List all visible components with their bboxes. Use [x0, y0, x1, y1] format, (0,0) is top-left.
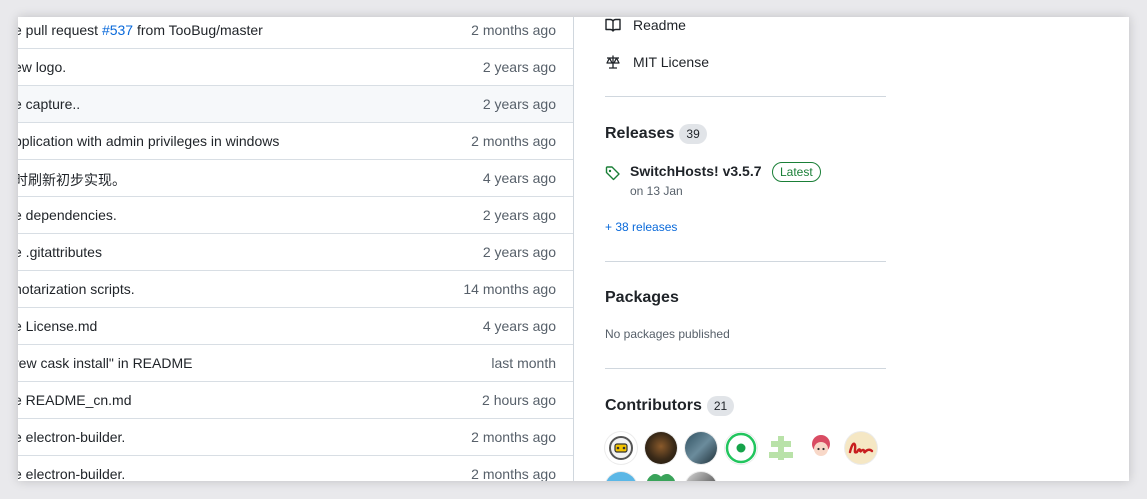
releases-heading[interactable]: Releases 39 [605, 124, 707, 144]
tag-icon [605, 166, 620, 181]
commit-row: e electron-builder. 2 months ago [18, 419, 573, 456]
commit-message[interactable]: e electron-builder. [18, 466, 125, 481]
avatar[interactable] [605, 472, 637, 481]
commit-message-text: rew cask install" in README [18, 355, 193, 371]
latest-release: SwitchHosts! v3.5.7 Latest on 13 Jan [605, 162, 886, 203]
commit-message-text: e electron-builder. [18, 429, 126, 445]
commit-message-text: e electron-builder. [18, 466, 126, 481]
contributor-avatars [605, 432, 886, 481]
license-link[interactable]: MIT License [605, 52, 709, 72]
commit-time[interactable]: 2 years ago [483, 207, 556, 223]
commit-row: e .gitattributes 2 years ago [18, 234, 573, 271]
browser-window: e pull request #537 from TooBug/master 2 … [18, 17, 1129, 481]
more-releases-link[interactable]: + 38 releases [605, 220, 677, 234]
commit-row: e dependencies. 2 years ago [18, 197, 573, 234]
avatar[interactable] [845, 432, 877, 464]
commit-time[interactable]: 2 months ago [471, 429, 556, 445]
divider [605, 368, 886, 369]
readme-label: Readme [633, 17, 686, 33]
no-packages-text: No packages published [605, 327, 730, 341]
commit-message-text: 时刷新初步实现。 [18, 172, 126, 188]
commit-message-text: e .gitattributes [18, 244, 102, 260]
commit-time[interactable]: 2 years ago [483, 96, 556, 112]
commit-row: notarization scripts. 14 months ago [18, 271, 573, 308]
commit-time[interactable]: 4 years ago [483, 318, 556, 334]
commit-time[interactable]: 4 years ago [483, 170, 556, 186]
release-date: on 13 Jan [630, 184, 683, 198]
avatar[interactable] [645, 432, 677, 464]
contributors-count: 21 [706, 396, 735, 416]
commit-message[interactable]: e pull request #537 from TooBug/master [18, 22, 263, 38]
commit-message[interactable]: e capture.. [18, 96, 80, 112]
commit-time[interactable]: last month [491, 355, 556, 371]
commit-message-text: e capture.. [18, 96, 81, 112]
book-icon [605, 18, 621, 32]
releases-count: 39 [679, 124, 707, 144]
commit-row: rew cask install" in README last month [18, 345, 573, 382]
commit-message-text: e pull request [18, 22, 102, 38]
commit-row: pplication with admin privileges in wind… [18, 123, 573, 160]
packages-heading[interactable]: Packages [605, 289, 679, 307]
avatar[interactable] [685, 472, 717, 481]
commit-row: 时刷新初步实现。 4 years ago [18, 160, 573, 197]
commit-time[interactable]: 2 years ago [483, 59, 556, 75]
avatar[interactable] [725, 432, 757, 464]
divider [605, 261, 886, 262]
commit-message[interactable]: e License.md [18, 318, 97, 334]
commit-message-text: pplication with admin privileges in wind… [18, 133, 280, 149]
divider [605, 96, 886, 97]
commit-time[interactable]: 2 hours ago [482, 392, 556, 408]
commit-message[interactable]: e electron-builder. [18, 429, 125, 445]
readme-link[interactable]: Readme [605, 17, 686, 35]
packages-title: Packages [605, 289, 679, 306]
commit-row: e License.md 4 years ago [18, 308, 573, 345]
contributors-title: Contributors [605, 397, 702, 414]
avatar[interactable] [805, 432, 837, 464]
commit-list: e pull request #537 from TooBug/master 2 … [18, 17, 574, 481]
commit-time[interactable]: 14 months ago [463, 281, 556, 297]
commit-row: e capture.. 2 years ago [18, 86, 573, 123]
commit-message[interactable]: ew logo. [18, 59, 66, 75]
commit-message[interactable]: rew cask install" in README [18, 355, 192, 371]
commit-message[interactable]: e .gitattributes [18, 244, 102, 260]
commit-message-text: notarization scripts. [18, 281, 135, 297]
avatar[interactable] [685, 432, 717, 464]
commit-message[interactable]: e README_cn.md [18, 392, 131, 408]
commit-message[interactable]: 时刷新初步实现。 [18, 170, 126, 190]
commit-message-text: from TooBug/master [133, 22, 263, 38]
pull-request-link[interactable]: #537 [102, 22, 133, 38]
release-name-link[interactable]: SwitchHosts! v3.5.7 [630, 163, 762, 179]
commit-message-text: e dependencies. [18, 207, 117, 223]
commit-time[interactable]: 2 months ago [471, 133, 556, 149]
contributors-heading[interactable]: Contributors 21 [605, 396, 735, 416]
commit-time[interactable]: 2 months ago [471, 22, 556, 38]
avatar[interactable] [605, 432, 637, 464]
commit-row: e pull request #537 from TooBug/master 2 … [18, 17, 573, 49]
latest-badge: Latest [772, 162, 821, 182]
commit-message[interactable]: pplication with admin privileges in wind… [18, 133, 279, 149]
commit-row: e electron-builder. 2 months ago [18, 456, 573, 481]
commit-message[interactable]: notarization scripts. [18, 281, 135, 297]
commit-time[interactable]: 2 months ago [471, 466, 556, 481]
commit-message[interactable]: e dependencies. [18, 207, 117, 223]
commit-message-text: e README_cn.md [18, 392, 132, 408]
law-icon [606, 55, 620, 69]
commit-time[interactable]: 2 years ago [483, 244, 556, 260]
commit-row: ew logo. 2 years ago [18, 49, 573, 86]
avatar[interactable] [765, 432, 797, 464]
commit-message-text: e License.md [18, 318, 98, 334]
releases-title: Releases [605, 125, 675, 142]
avatar[interactable] [645, 472, 677, 481]
commit-message-text: ew logo. [18, 59, 67, 75]
license-label: MIT License [633, 54, 709, 70]
commit-row: e README_cn.md 2 hours ago [18, 382, 573, 419]
